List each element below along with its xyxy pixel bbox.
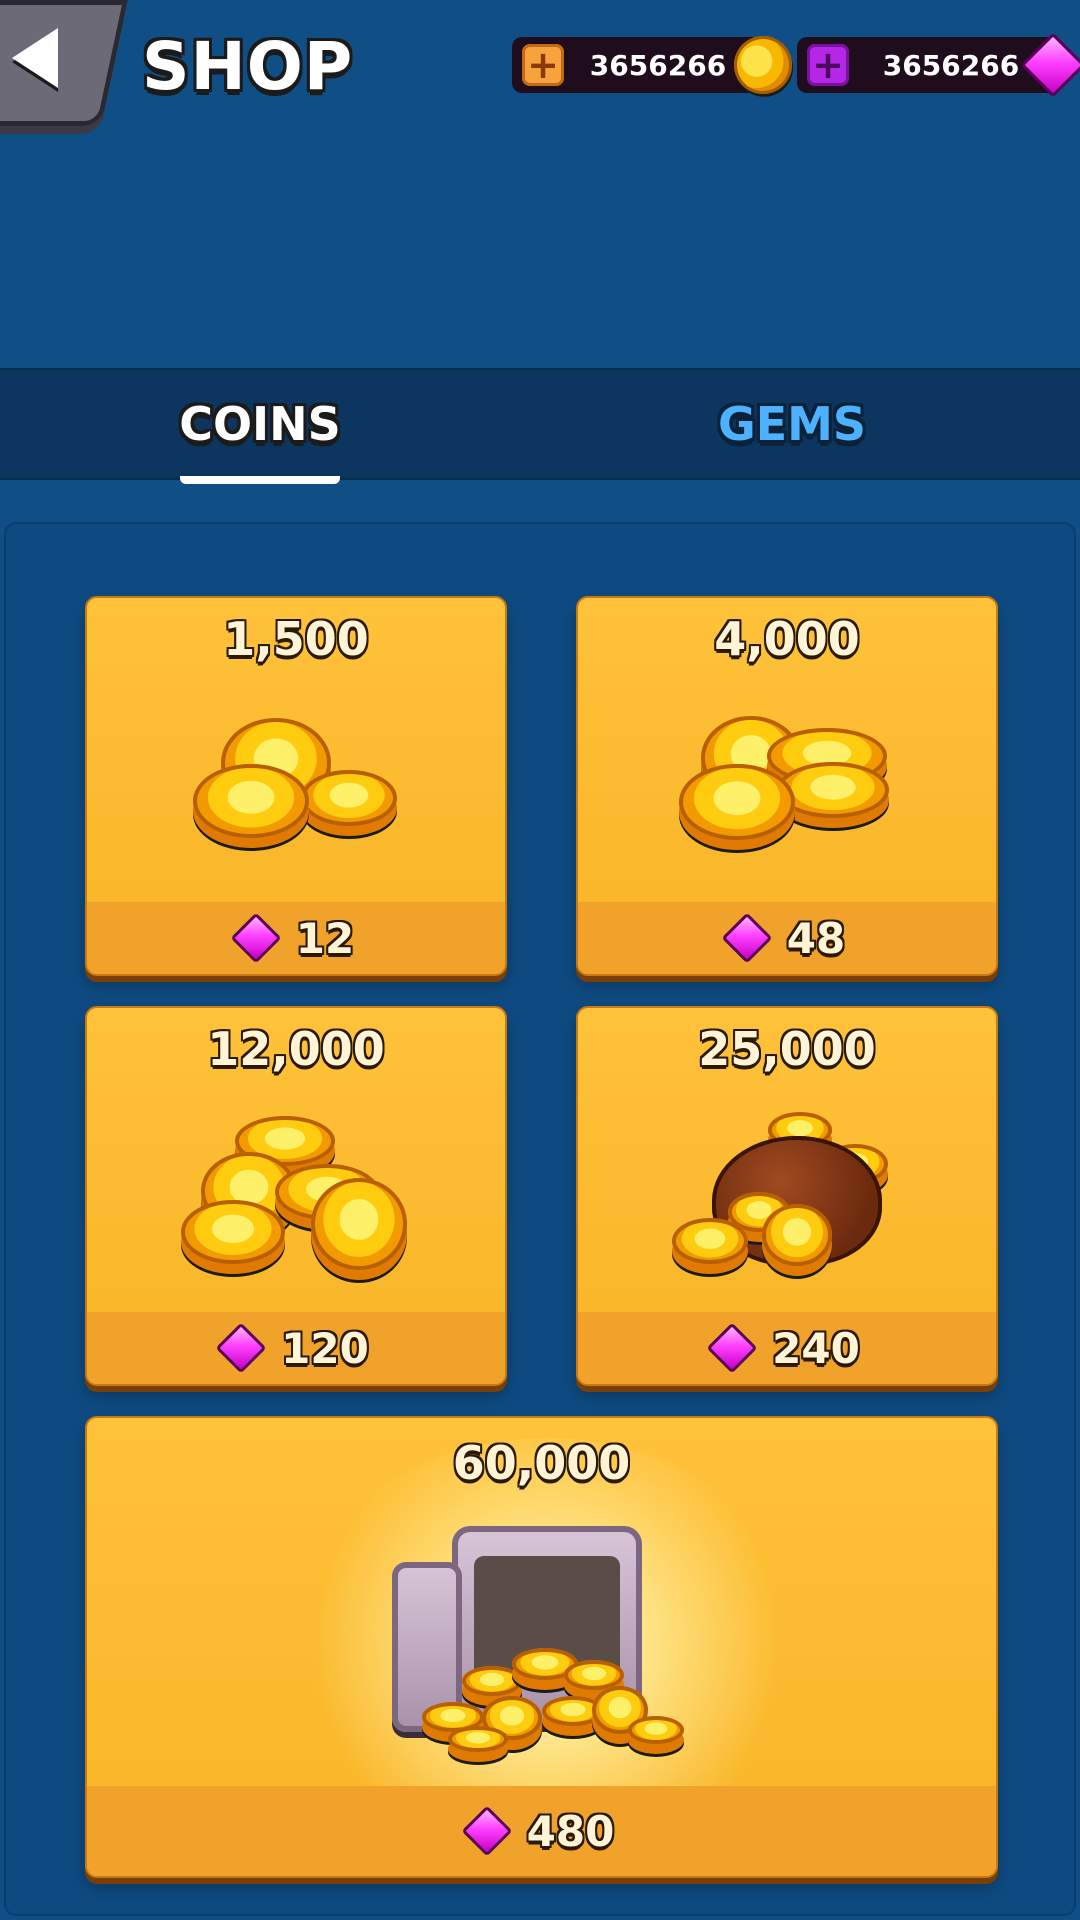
add-coins-button[interactable]: + bbox=[522, 44, 564, 86]
coin-pile-small-icon bbox=[191, 708, 401, 858]
coin-pile-large-icon bbox=[181, 1108, 411, 1278]
tab-coins[interactable]: COINS bbox=[140, 394, 380, 454]
offer-card-12000[interactable]: 12,000 120 bbox=[85, 1006, 507, 1386]
tab-bar: COINS GEMS bbox=[0, 368, 1080, 480]
offer-amount: 60,000 bbox=[452, 1436, 631, 1490]
page-title: SHOP bbox=[142, 28, 354, 105]
gem-icon bbox=[215, 1322, 267, 1374]
coins-balance-panel: + 3656266 bbox=[512, 37, 762, 93]
offer-amount: 12,000 bbox=[207, 1022, 385, 1076]
add-gems-button[interactable]: + bbox=[807, 44, 849, 86]
gem-icon bbox=[721, 912, 773, 964]
back-arrow-icon bbox=[12, 28, 58, 88]
coins-balance: 3656266 bbox=[589, 48, 727, 82]
offer-card-60000[interactable]: 60,000 480 bbox=[85, 1416, 998, 1878]
offer-price: 120 bbox=[281, 1323, 369, 1373]
gem-icon bbox=[230, 912, 282, 964]
offer-amount: 4,000 bbox=[714, 612, 860, 666]
offer-amount: 25,000 bbox=[698, 1022, 876, 1076]
gems-balance: 3656266 bbox=[882, 48, 1020, 82]
offer-price: 48 bbox=[786, 913, 846, 963]
gems-balance-panel: + 3656266 bbox=[797, 37, 1057, 93]
offer-card-1500[interactable]: 1,500 12 bbox=[85, 596, 507, 976]
price-bar: 480 bbox=[87, 1786, 996, 1876]
offer-price: 480 bbox=[526, 1806, 615, 1856]
coin-safe-icon bbox=[391, 1526, 692, 1766]
offer-price: 240 bbox=[772, 1323, 860, 1373]
tab-gems[interactable]: GEMS bbox=[652, 394, 932, 454]
gem-icon bbox=[706, 1322, 758, 1374]
offer-card-25000[interactable]: 25,000 240 bbox=[576, 1006, 998, 1386]
gem-icon bbox=[461, 1805, 513, 1857]
coin-stack-medium-icon bbox=[677, 708, 897, 858]
offer-amount: 1,500 bbox=[223, 612, 369, 666]
price-bar: 48 bbox=[578, 902, 996, 974]
offer-price: 12 bbox=[295, 913, 355, 963]
price-bar: 240 bbox=[578, 1312, 996, 1384]
offer-card-4000[interactable]: 4,000 48 bbox=[576, 596, 998, 976]
price-bar: 12 bbox=[87, 902, 505, 974]
active-tab-indicator bbox=[180, 476, 340, 484]
price-bar: 120 bbox=[87, 1312, 505, 1384]
coin-bag-icon bbox=[672, 1108, 902, 1278]
